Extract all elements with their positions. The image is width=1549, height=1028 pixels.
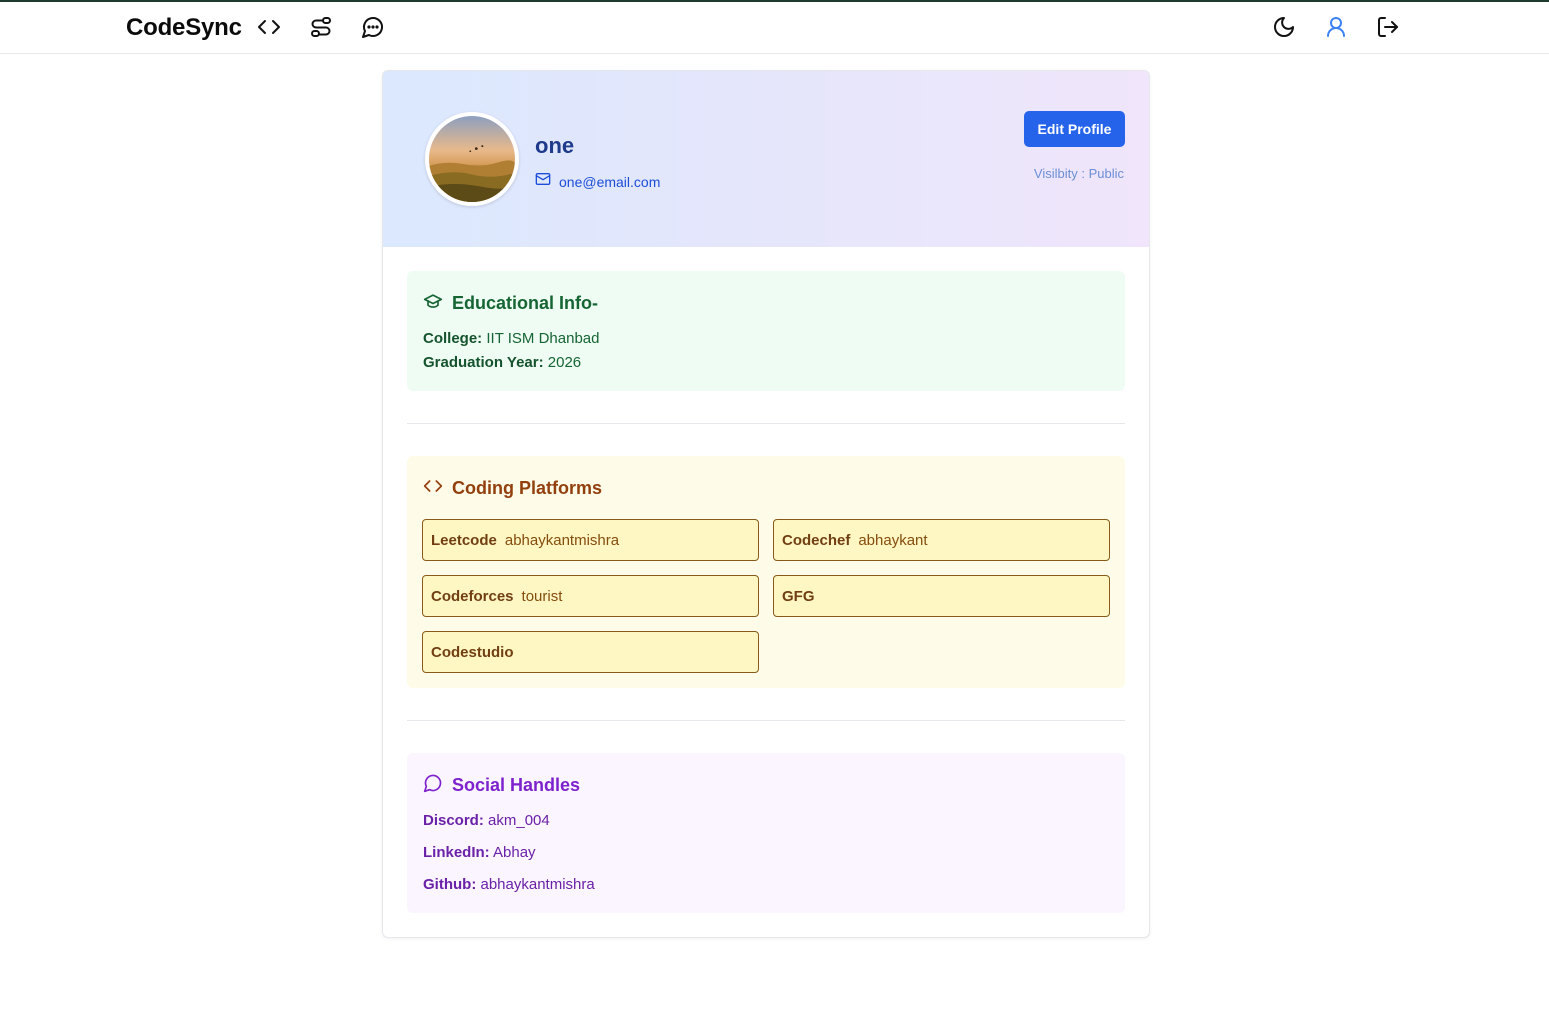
- college-row: College: IIT ISM Dhanbad: [423, 330, 599, 347]
- profile-card: one one@email.com Edit Profile Visilbity…: [382, 70, 1150, 938]
- visibility-status: Visilbity : Public: [1033, 166, 1124, 181]
- social-section: Social Handles Discord: akm_004 LinkedIn…: [407, 753, 1125, 913]
- email-row: one@email.com: [535, 171, 660, 192]
- platform-name: Codechef: [782, 531, 851, 549]
- college-label: College:: [423, 330, 483, 347]
- chat-icon[interactable]: [360, 14, 386, 40]
- code-icon: [423, 476, 443, 501]
- brand-logo[interactable]: CodeSync: [126, 14, 242, 42]
- graduation-row: Graduation Year: 2026: [423, 354, 581, 371]
- profile-email: one@email.com: [559, 173, 661, 190]
- logout-icon[interactable]: [1375, 14, 1401, 40]
- platform-name: Codeforces: [431, 587, 514, 605]
- message-circle-icon: [423, 773, 443, 798]
- linkedin-value: Abhay: [493, 844, 536, 861]
- coding-title-text: Coding Platforms: [452, 478, 603, 498]
- code-icon[interactable]: [256, 14, 282, 40]
- platform-name: Codestudio: [431, 643, 514, 661]
- graduation-label: Graduation Year:: [423, 354, 544, 371]
- mail-icon: [535, 171, 551, 192]
- navbar: CodeSync: [0, 2, 1549, 54]
- platform-leetcode[interactable]: Leetcode abhaykantmishra: [422, 519, 759, 561]
- platform-codestudio[interactable]: Codestudio: [422, 631, 759, 673]
- platform-codechef[interactable]: Codechef abhaykant: [773, 519, 1110, 561]
- profile-header: one one@email.com Edit Profile Visilbity…: [383, 71, 1149, 247]
- coding-title: Coding Platforms: [423, 476, 602, 501]
- linkedin-label: LinkedIn:: [423, 844, 490, 861]
- github-value: abhaykantmishra: [480, 876, 595, 893]
- college-value: IIT ISM Dhanbad: [486, 330, 600, 347]
- platform-gfg[interactable]: GFG: [773, 575, 1110, 617]
- social-title: Social Handles: [423, 773, 580, 798]
- divider: [407, 423, 1125, 424]
- platform-codeforces[interactable]: Codeforces tourist: [422, 575, 759, 617]
- discord-row: Discord: akm_004: [423, 812, 550, 829]
- education-section: Educational Info- College: IIT ISM Dhanb…: [407, 271, 1125, 391]
- platform-name: GFG: [782, 587, 815, 605]
- discord-value: akm_004: [488, 812, 550, 829]
- github-row: Github: abhaykantmishra: [423, 876, 595, 893]
- user-icon[interactable]: [1323, 14, 1349, 40]
- github-label: Github:: [423, 876, 477, 893]
- discord-label: Discord:: [423, 812, 484, 829]
- education-title: Educational Info-: [423, 291, 598, 316]
- platform-handle: abhaykant: [858, 531, 928, 549]
- linkedin-row: LinkedIn: Abhay: [423, 844, 536, 861]
- edit-profile-button[interactable]: Edit Profile: [1024, 111, 1125, 147]
- avatar: [425, 112, 519, 206]
- education-title-text: Educational Info-: [452, 293, 598, 313]
- graduation-value: 2026: [547, 354, 582, 371]
- coding-section: Coding Platforms Leetcode abhaykantmishr…: [407, 456, 1125, 688]
- platform-handle: tourist: [521, 587, 563, 605]
- moon-icon[interactable]: [1271, 14, 1297, 40]
- profile-username: one: [535, 133, 575, 158]
- social-title-text: Social Handles: [452, 775, 581, 795]
- divider: [407, 720, 1125, 721]
- graduation-cap-icon: [423, 291, 443, 316]
- platform-name: Leetcode: [431, 531, 497, 549]
- workflow-icon[interactable]: [308, 14, 334, 40]
- platform-handle: abhaykantmishra: [504, 531, 620, 549]
